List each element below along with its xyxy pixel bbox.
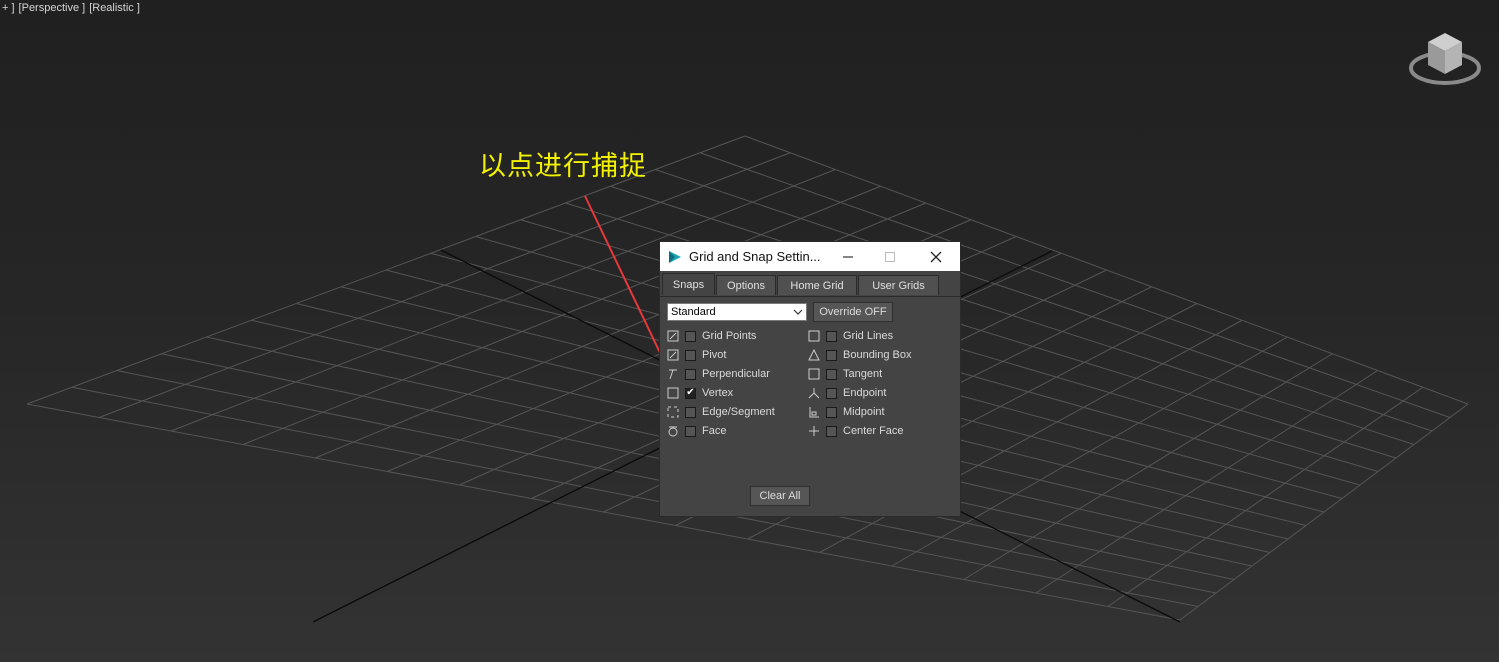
endpoint-icon [808,388,820,399]
grid-points-icon [667,330,679,342]
snap-label: Endpoint [843,387,887,399]
checkbox[interactable] [826,349,837,361]
snap-row-perpendicular[interactable]: Perpendicular [667,366,770,382]
tab-snaps[interactable]: Snaps [662,273,715,295]
dialog-tabs: Snaps Options Home Grid User Grids [662,273,940,296]
checkbox[interactable] [826,387,837,399]
snap-label: Tangent [843,368,883,380]
maximize-button[interactable] [876,242,904,271]
snap-label: Vertex [702,387,734,399]
checkbox[interactable] [685,349,696,361]
snap-row-grid-points[interactable]: Grid Points [667,328,756,344]
tab-divider [660,296,960,297]
snap-label: Bounding Box [843,349,912,361]
snap-row-face[interactable]: Face [667,423,726,439]
checkbox[interactable] [826,368,837,380]
checkbox[interactable] [685,406,696,418]
edge-segment-icon [667,406,679,418]
snap-label: Midpoint [843,406,885,418]
checkbox[interactable] [685,368,696,380]
maximize-icon [885,251,895,262]
checkbox[interactable] [826,406,837,418]
checkbox[interactable] [826,330,837,342]
midpoint-icon [809,407,819,418]
checkbox[interactable] [685,330,696,342]
close-icon [930,251,942,262]
minimize-icon [843,255,853,258]
snap-label: Grid Lines [843,330,894,342]
snap-set-value: Standard [671,306,716,318]
tangent-icon [808,368,820,380]
checkbox[interactable] [826,425,837,437]
grid-snap-settings-dialog: Grid and Snap Settin... Snaps Options Ho… [660,242,960,516]
grid-lines-icon [808,330,820,342]
snap-row-grid-lines[interactable]: Grid Lines [808,328,893,344]
snap-label: Grid Points [702,330,757,342]
snap-label: Edge/Segment [702,406,775,418]
app-logo-icon [669,250,681,263]
checkbox[interactable] [685,425,696,437]
close-button[interactable] [922,242,950,271]
snap-row-edge-segment[interactable]: Edge/Segment [667,404,775,420]
tab-user-grids[interactable]: User Grids [858,275,939,295]
snap-row-pivot[interactable]: Pivot [667,347,726,363]
snap-label: Face [702,425,727,437]
center-face-icon [809,426,819,436]
clear-all-button[interactable]: Clear All [750,486,810,506]
bounding-box-icon [808,349,820,361]
snap-label: Perpendicular [702,368,770,380]
vertex-icon [667,387,679,399]
face-icon [668,426,678,437]
snap-label: Pivot [702,349,727,361]
snap-row-center-face[interactable]: Center Face [808,423,904,439]
snap-row-midpoint[interactable]: Midpoint [808,404,885,420]
snap-set-dropdown[interactable]: Standard [667,303,807,321]
snap-label: Center Face [843,425,904,437]
snap-row-vertex[interactable]: ✔ Vertex [667,385,733,401]
tab-options[interactable]: Options [716,275,776,295]
snap-row-tangent[interactable]: Tangent [808,366,882,382]
chevron-down-icon [793,309,803,315]
dialog-title: Grid and Snap Settin... [689,249,821,264]
checkbox-checked[interactable]: ✔ [685,387,696,399]
tab-home-grid[interactable]: Home Grid [777,275,857,295]
perpendicular-icon [669,369,677,380]
override-button[interactable]: Override OFF [813,302,893,322]
minimize-button[interactable] [834,242,862,271]
snap-row-endpoint[interactable]: Endpoint [808,385,886,401]
dialog-titlebar[interactable]: Grid and Snap Settin... [660,242,960,271]
pivot-icon [667,349,679,361]
snap-row-bounding-box[interactable]: Bounding Box [808,347,912,363]
